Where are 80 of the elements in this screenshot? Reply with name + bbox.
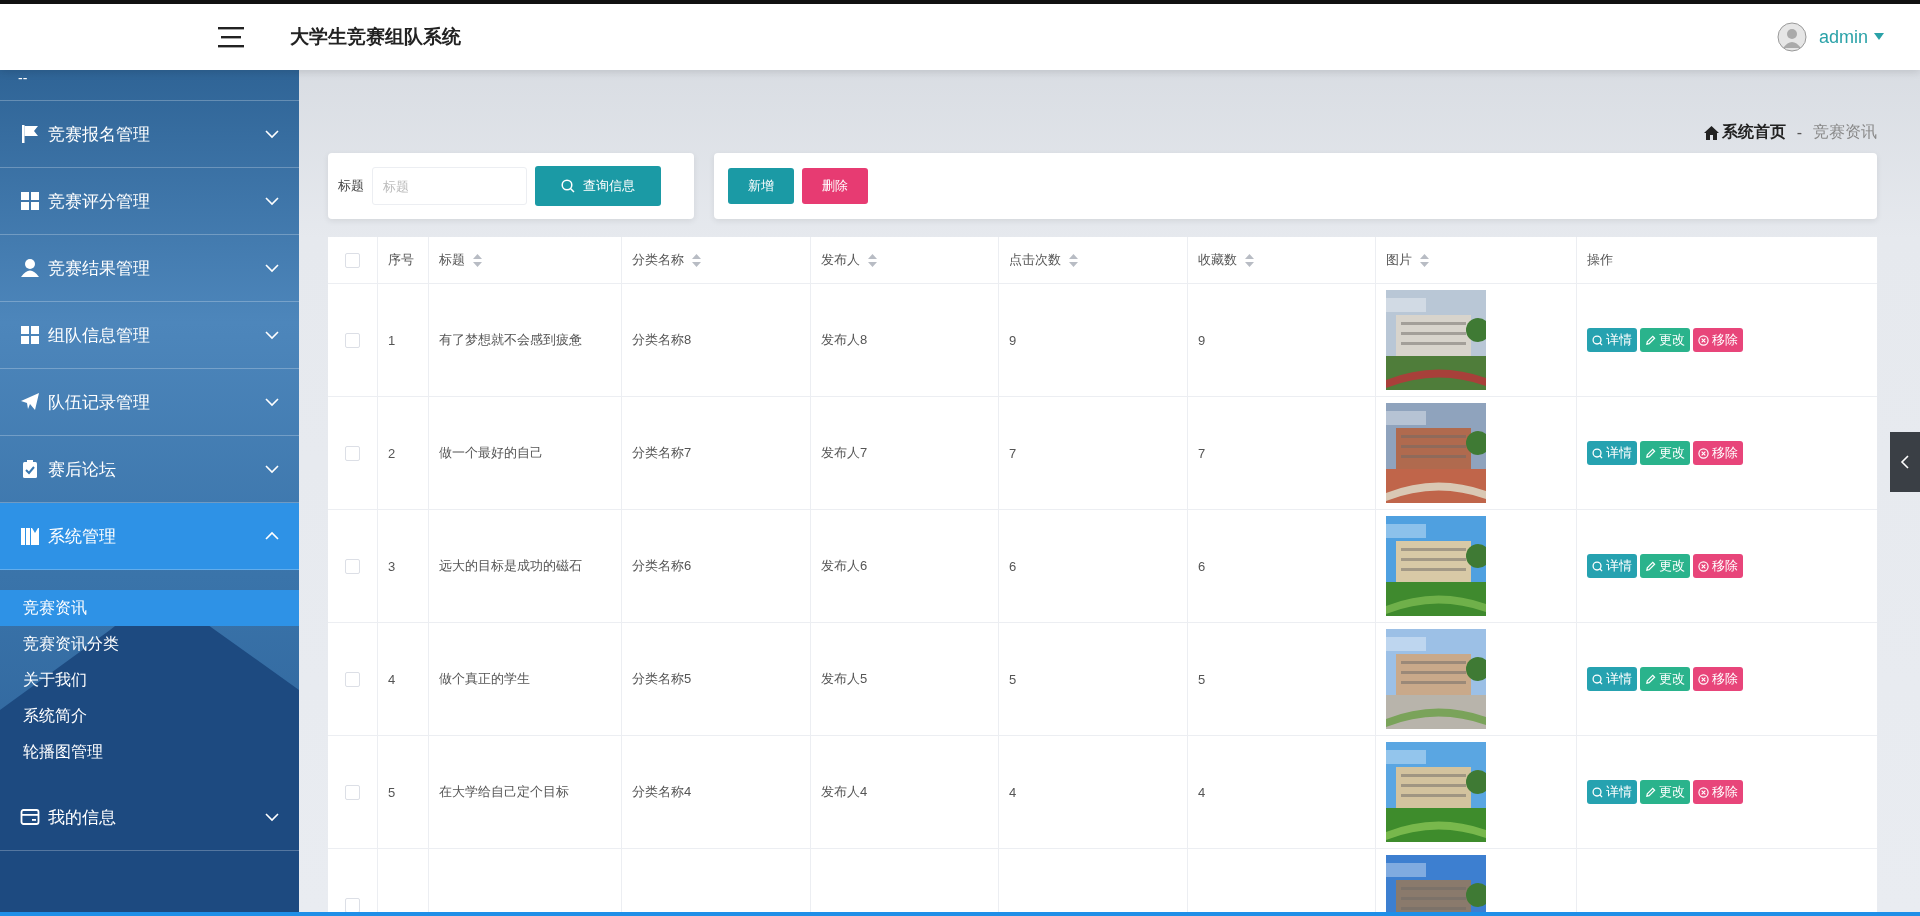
edit-button[interactable]: 更改 bbox=[1640, 328, 1690, 352]
table-cell: 分类名称4 bbox=[632, 783, 692, 801]
table-cell: 9 bbox=[1198, 332, 1206, 348]
column-header: 序号 bbox=[388, 251, 414, 269]
breadcrumb-link[interactable]: 系统首页 bbox=[1721, 122, 1786, 143]
table-cell: 3 bbox=[388, 558, 396, 574]
remove-button[interactable]: 移除 bbox=[1693, 554, 1743, 578]
table-cell: 分类名称7 bbox=[632, 444, 692, 462]
add-button[interactable]: 新增 bbox=[728, 168, 794, 204]
sidebar-top-label: -- bbox=[0, 70, 299, 101]
user-menu[interactable]: admin bbox=[1818, 26, 1884, 48]
table-cell: 4 bbox=[1198, 784, 1206, 800]
table-cell: 7 bbox=[1198, 445, 1206, 461]
sidebar-item-label: 我的信息 bbox=[48, 806, 117, 829]
sidebar-item-label: 系统管理 bbox=[48, 525, 117, 548]
submenu-item[interactable]: 系统简介 bbox=[0, 698, 299, 734]
remove-button[interactable]: 移除 bbox=[1693, 328, 1743, 352]
detail-button[interactable]: 详情 bbox=[1587, 667, 1637, 691]
remove-button[interactable]: 移除 bbox=[1693, 780, 1743, 804]
detail-button[interactable]: 详情 bbox=[1587, 554, 1637, 578]
sidebar-item-label: 竞赛结果管理 bbox=[48, 257, 151, 280]
submenu-item[interactable]: 竞赛资讯分类 bbox=[0, 626, 299, 662]
sidebar-item-label: 竞赛报名管理 bbox=[48, 123, 151, 146]
table-cell: 分类名称8 bbox=[632, 331, 692, 349]
table-cell: 1 bbox=[388, 332, 396, 348]
sidebar-item[interactable]: 竞赛评分管理 bbox=[0, 168, 299, 235]
remove-button[interactable]: 移除 bbox=[1693, 441, 1743, 465]
sidebar-item[interactable]: 系统管理 bbox=[0, 503, 299, 570]
search-label: 标题 bbox=[338, 177, 364, 195]
table-cell: 发布人6 bbox=[821, 557, 868, 575]
edit-button[interactable]: 更改 bbox=[1640, 441, 1690, 465]
table-cell: 有了梦想就不会感到疲惫 bbox=[439, 331, 582, 349]
column-header: 发布人 bbox=[821, 251, 860, 269]
table-cell: 5 bbox=[388, 784, 396, 800]
search-field[interactable]: 标题 bbox=[372, 167, 527, 205]
table-cell: 5 bbox=[1198, 671, 1206, 687]
app-title: 大学生竞赛组队系统 bbox=[290, 25, 461, 49]
table-cell: 5 bbox=[1009, 671, 1017, 687]
table-cell: 在大学给自己定个目标 bbox=[439, 783, 569, 801]
edit-button[interactable]: 更改 bbox=[1640, 554, 1690, 578]
column-header: 分类名称 bbox=[632, 251, 684, 269]
sidebar-item-label: 组队信息管理 bbox=[48, 324, 151, 347]
table-cell: 远大的目标是成功的磁石 bbox=[439, 557, 582, 575]
submenu-item[interactable]: 轮播图管理 bbox=[0, 734, 299, 770]
table-cell: 2 bbox=[388, 445, 396, 461]
table-cell: 分类名称6 bbox=[632, 557, 692, 575]
submenu-item[interactable]: 关于我们 bbox=[0, 662, 299, 698]
table-cell: 发布人4 bbox=[821, 783, 868, 801]
edit-button[interactable]: 更改 bbox=[1640, 667, 1690, 691]
table-cell: 6 bbox=[1198, 558, 1206, 574]
table-cell: 9 bbox=[1009, 332, 1017, 348]
table-cell: 发布人8 bbox=[821, 331, 868, 349]
breadcrumb-current: 竞赛资讯 bbox=[1813, 122, 1877, 142]
edit-button[interactable]: 更改 bbox=[1640, 780, 1690, 804]
table-cell: 发布人7 bbox=[821, 444, 868, 462]
table-cell: 做个真正的学生 bbox=[439, 670, 530, 688]
column-header: 图片 bbox=[1386, 251, 1412, 269]
table-cell: 发布人5 bbox=[821, 670, 868, 688]
table-cell: 4 bbox=[388, 671, 396, 687]
remove-button[interactable]: 移除 bbox=[1693, 667, 1743, 691]
sidebar-item-label: 赛后论坛 bbox=[48, 458, 117, 481]
search-button[interactable]: 查询信息 bbox=[535, 166, 661, 206]
submenu-item[interactable]: 竞赛资讯 bbox=[0, 590, 299, 626]
sidebar-item-label: 竞赛评分管理 bbox=[48, 190, 151, 213]
table-cell: 分类名称5 bbox=[632, 670, 692, 688]
column-header: 点击次数 bbox=[1009, 251, 1061, 269]
table-cell: 4 bbox=[1009, 784, 1017, 800]
column-header: 收藏数 bbox=[1198, 251, 1237, 269]
detail-button[interactable]: 详情 bbox=[1587, 328, 1637, 352]
sidebar-item[interactable]: 组队信息管理 bbox=[0, 302, 299, 369]
table-cell: 做一个最好的自己 bbox=[439, 444, 543, 462]
detail-button[interactable]: 详情 bbox=[1587, 441, 1637, 465]
table-cell: 6 bbox=[1009, 558, 1017, 574]
column-header: 操作 bbox=[1587, 251, 1613, 269]
column-header: 标题 bbox=[439, 251, 465, 269]
sidebar-item-label: 队伍记录管理 bbox=[48, 391, 151, 414]
breadcrumb-separator: - bbox=[1796, 123, 1802, 142]
delete-button[interactable]: 删除 bbox=[802, 168, 868, 204]
table-cell: 7 bbox=[1009, 445, 1017, 461]
detail-button[interactable]: 详情 bbox=[1587, 780, 1637, 804]
